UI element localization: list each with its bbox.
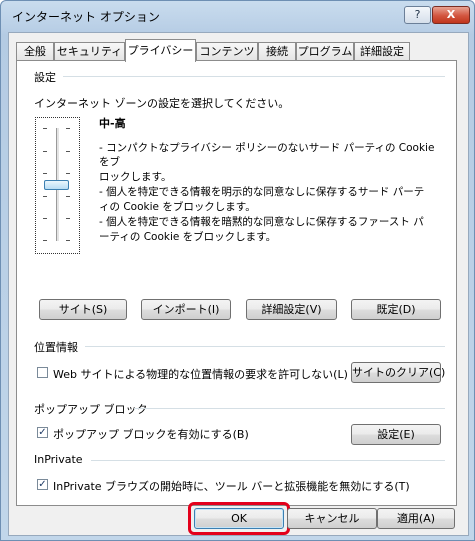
popup-divider xyxy=(134,408,445,409)
title-bar[interactable]: インターネット オプション ? X xyxy=(1,1,474,31)
close-button[interactable]: X xyxy=(432,6,470,24)
slider-tick xyxy=(66,151,70,152)
inprivate-group-label: InPrivate xyxy=(34,453,83,466)
zone-instruction: インターネット ゾーンの設定を選択してください。 xyxy=(34,97,290,110)
slider-tick xyxy=(66,196,70,197)
tab-general[interactable]: 全般 xyxy=(16,42,54,61)
slider-tick xyxy=(43,128,47,129)
popup-group-label: ポップアップ ブロック xyxy=(34,403,148,416)
description-line: ーティの Cookie をブロックします。 xyxy=(99,231,277,243)
location-checkbox[interactable] xyxy=(37,367,48,378)
tab-advanced[interactable]: 詳細設定 xyxy=(354,42,410,61)
popup-settings-button[interactable]: 設定(E) xyxy=(351,424,441,445)
location-divider xyxy=(85,346,445,347)
popup-checkbox-label[interactable]: ポップアップ ブロックを有効にする(B) xyxy=(53,426,249,442)
dialog-client: 全般 セキュリティ プライバシー コンテンツ 接続 プログラム 詳細設定 設定 … xyxy=(8,32,469,536)
cancel-button[interactable]: キャンセル xyxy=(287,508,377,529)
description-line: - 個人を特定できる情報を暗黙的な同意なしに保存するファースト パ xyxy=(99,216,424,228)
import-button[interactable]: インポート(I) xyxy=(141,299,231,320)
inprivate-divider xyxy=(91,460,445,461)
slider-tick xyxy=(66,218,70,219)
internet-options-window: インターネット オプション ? X 全般 セキュリティ プライバシー コンテンツ… xyxy=(0,0,475,541)
inprivate-checkbox[interactable]: ✓ xyxy=(37,479,48,490)
ok-button[interactable]: OK xyxy=(194,508,284,529)
slider-tick xyxy=(43,218,47,219)
description-line: ロックします。 xyxy=(99,171,172,183)
tab-privacy[interactable]: プライバシー xyxy=(125,39,196,62)
slider-tick xyxy=(66,173,70,174)
location-group-label: 位置情報 xyxy=(34,341,78,354)
privacy-level-description: - コンパクトなプライバシー ポリシーのないサード パーティの Cookie を… xyxy=(99,141,439,245)
clear-sites-button[interactable]: サイトのクリア(C) xyxy=(351,362,445,383)
tab-content[interactable]: コンテンツ xyxy=(196,42,258,61)
apply-button[interactable]: 適用(A) xyxy=(377,508,455,529)
slider-tick xyxy=(43,240,47,241)
slider-tick xyxy=(43,151,47,152)
window-title: インターネット オプション xyxy=(12,10,160,24)
privacy-level-title: 中-高 xyxy=(99,117,126,130)
description-line: ィの Cookie をブロックします。 xyxy=(99,201,256,213)
description-line: - コンパクトなプライバシー ポリシーのないサード パーティの Cookie を… xyxy=(99,142,435,168)
slider-tick xyxy=(66,240,70,241)
inprivate-checkbox-label[interactable]: InPrivate ブラウズの開始時に、ツール バーと拡張機能を無効にする(T) xyxy=(53,478,410,494)
settings-divider xyxy=(63,76,445,77)
slider-tick xyxy=(66,128,70,129)
settings-group-label: 設定 xyxy=(34,71,56,84)
privacy-panel: 設定 インターネット ゾーンの設定を選択してください。 中-高 - コンパクトな… xyxy=(16,60,457,506)
sites-button[interactable]: サイト(S) xyxy=(39,299,127,320)
tab-connections[interactable]: 接続 xyxy=(258,42,296,61)
default-button[interactable]: 既定(D) xyxy=(351,299,441,320)
slider-tick xyxy=(43,173,47,174)
help-button[interactable]: ? xyxy=(404,6,431,24)
privacy-slider[interactable] xyxy=(35,117,80,254)
tab-programs[interactable]: プログラム xyxy=(296,42,354,61)
location-checkbox-label[interactable]: Web サイトによる物理的な位置情報の要求を許可しない(L) xyxy=(53,366,348,382)
slider-tick xyxy=(43,196,47,197)
slider-thumb[interactable] xyxy=(44,179,69,190)
description-line: - 個人を特定できる情報を明示的な同意なしに保存するサード パーテ xyxy=(99,186,425,198)
tab-security[interactable]: セキュリティ xyxy=(54,42,125,61)
advanced-settings-button[interactable]: 詳細設定(V) xyxy=(246,299,337,320)
popup-checkbox[interactable]: ✓ xyxy=(37,427,48,438)
